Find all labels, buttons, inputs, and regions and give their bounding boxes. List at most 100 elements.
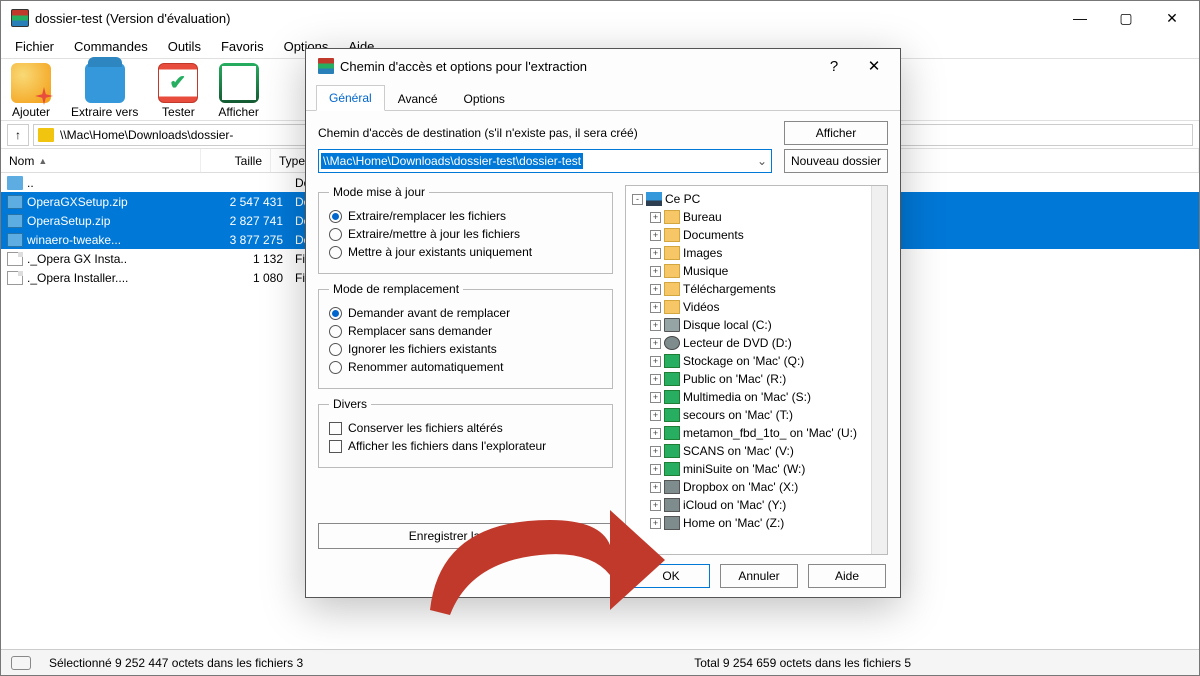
view-icon: [219, 63, 259, 103]
update-option-1[interactable]: Extraire/mettre à jour les fichiers: [329, 227, 602, 241]
tree-node[interactable]: -Ce PC: [628, 190, 869, 208]
overwrite-option-0[interactable]: Demander avant de remplacer: [329, 306, 602, 320]
sort-asc-icon: ▲: [38, 156, 47, 166]
zip-icon: [7, 233, 23, 247]
netg-icon: [664, 498, 680, 512]
tool-extract[interactable]: Extraire vers: [71, 63, 138, 119]
expand-icon[interactable]: +: [650, 338, 661, 349]
tool-test[interactable]: Tester: [158, 63, 198, 119]
dialog-help-icon[interactable]: ?: [814, 52, 854, 80]
tree-node[interactable]: +Documents: [628, 226, 869, 244]
overwrite-option-1[interactable]: Remplacer sans demander: [329, 324, 602, 338]
window-title: dossier-test (Version d'évaluation): [35, 11, 1057, 26]
misc-group: Divers Conserver les fichiers altérésAff…: [318, 397, 613, 468]
titlebar: dossier-test (Version d'évaluation) — ▢ …: [1, 1, 1199, 35]
tab-options[interactable]: Options: [451, 86, 518, 111]
expand-icon[interactable]: +: [650, 320, 661, 331]
dialog-close-icon[interactable]: ✕: [854, 52, 894, 80]
zip-icon: [7, 214, 23, 228]
tree-node[interactable]: +Bureau: [628, 208, 869, 226]
up-button[interactable]: ↑: [7, 124, 29, 146]
chevron-down-icon: ⌄: [757, 154, 767, 168]
tree-node[interactable]: +miniSuite on 'Mac' (W:): [628, 460, 869, 478]
expand-icon[interactable]: +: [650, 410, 661, 421]
expand-icon[interactable]: +: [650, 302, 661, 313]
tab-général[interactable]: Général: [316, 85, 385, 111]
tab-avancé[interactable]: Avancé: [385, 86, 451, 111]
dest-path-combo[interactable]: \\Mac\Home\Downloads\dossier-test\dossie…: [318, 149, 772, 173]
status-right: Total 9 254 659 octets dans les fichiers…: [694, 656, 911, 670]
tool-view[interactable]: Afficher: [218, 63, 258, 119]
update-option-2[interactable]: Mettre à jour existants uniquement: [329, 245, 602, 259]
tree-scrollbar[interactable]: [871, 186, 887, 554]
expand-icon[interactable]: +: [650, 428, 661, 439]
folder-tree-panel: -Ce PC+Bureau+Documents+Images+Musique+T…: [625, 185, 888, 555]
file-icon: [7, 252, 23, 266]
expand-icon[interactable]: +: [650, 284, 661, 295]
cancel-button[interactable]: Annuler: [720, 564, 798, 588]
ok-button[interactable]: OK: [632, 564, 710, 588]
menu-outils[interactable]: Outils: [160, 37, 209, 56]
dest-label: Chemin d'accès de destination (s'il n'ex…: [318, 126, 638, 140]
tree-node[interactable]: +iCloud on 'Mac' (Y:): [628, 496, 869, 514]
save-config-button[interactable]: Enregistrer la configu: [318, 523, 613, 549]
overwrite-option-3[interactable]: Renommer automatiquement: [329, 360, 602, 374]
tree-node[interactable]: +Stockage on 'Mac' (Q:): [628, 352, 869, 370]
overwrite-mode-group: Mode de remplacement Demander avant de r…: [318, 282, 613, 389]
expand-icon[interactable]: +: [650, 374, 661, 385]
help-button[interactable]: Aide: [808, 564, 886, 588]
show-button[interactable]: Afficher: [784, 121, 888, 145]
update-legend: Mode mise à jour: [329, 185, 429, 199]
test-icon: [158, 63, 198, 103]
expand-icon[interactable]: +: [650, 392, 661, 403]
tree-node[interactable]: +Multimedia on 'Mac' (S:): [628, 388, 869, 406]
expand-icon[interactable]: +: [650, 446, 661, 457]
tool-add[interactable]: Ajouter: [11, 63, 51, 119]
radio-icon: [329, 210, 342, 223]
expand-icon[interactable]: +: [650, 482, 661, 493]
misc-check-1[interactable]: Afficher les fichiers dans l'explorateur: [329, 439, 602, 453]
disk-icon: [664, 318, 680, 332]
tree-node[interactable]: +secours on 'Mac' (T:): [628, 406, 869, 424]
tree-node[interactable]: +SCANS on 'Mac' (V:): [628, 442, 869, 460]
tree-node[interactable]: +Téléchargements: [628, 280, 869, 298]
expand-icon[interactable]: +: [650, 266, 661, 277]
close-button[interactable]: ✕: [1149, 3, 1195, 33]
tree-node[interactable]: +Images: [628, 244, 869, 262]
expand-icon[interactable]: +: [650, 464, 661, 475]
expand-icon[interactable]: +: [650, 518, 661, 529]
expand-icon[interactable]: -: [632, 194, 643, 205]
tree-node[interactable]: +Home on 'Mac' (Z:): [628, 514, 869, 532]
tree-node[interactable]: +Disque local (C:): [628, 316, 869, 334]
menu-favoris[interactable]: Favoris: [213, 37, 272, 56]
net-icon: [664, 372, 680, 386]
misc-check-0[interactable]: Conserver les fichiers altérés: [329, 421, 602, 435]
overwrite-legend: Mode de remplacement: [329, 282, 463, 296]
expand-icon[interactable]: +: [650, 248, 661, 259]
folder-icon: [664, 246, 680, 260]
tree-node[interactable]: +Lecteur de DVD (D:): [628, 334, 869, 352]
col-taille[interactable]: Taille: [201, 149, 271, 172]
radio-icon: [329, 343, 342, 356]
expand-icon[interactable]: +: [650, 500, 661, 511]
folder-tree[interactable]: -Ce PC+Bureau+Documents+Images+Musique+T…: [626, 186, 871, 554]
expand-icon[interactable]: +: [650, 356, 661, 367]
tree-node[interactable]: +metamon_fbd_1to_ on 'Mac' (U:): [628, 424, 869, 442]
extract-icon: [85, 63, 125, 103]
update-option-0[interactable]: Extraire/remplacer les fichiers: [329, 209, 602, 223]
col-nom[interactable]: Nom▲: [1, 149, 201, 172]
tree-node[interactable]: +Musique: [628, 262, 869, 280]
maximize-button[interactable]: ▢: [1103, 3, 1149, 33]
tree-node[interactable]: +Vidéos: [628, 298, 869, 316]
menu-fichier[interactable]: Fichier: [7, 37, 62, 56]
expand-icon[interactable]: +: [650, 230, 661, 241]
overwrite-option-2[interactable]: Ignorer les fichiers existants: [329, 342, 602, 356]
folder-icon: [38, 128, 54, 142]
minimize-button[interactable]: —: [1057, 3, 1103, 33]
new-folder-button[interactable]: Nouveau dossier: [784, 149, 888, 173]
menu-commandes[interactable]: Commandes: [66, 37, 156, 56]
tree-node[interactable]: +Public on 'Mac' (R:): [628, 370, 869, 388]
tree-node[interactable]: +Dropbox on 'Mac' (X:): [628, 478, 869, 496]
folder-icon: [664, 282, 680, 296]
expand-icon[interactable]: +: [650, 212, 661, 223]
